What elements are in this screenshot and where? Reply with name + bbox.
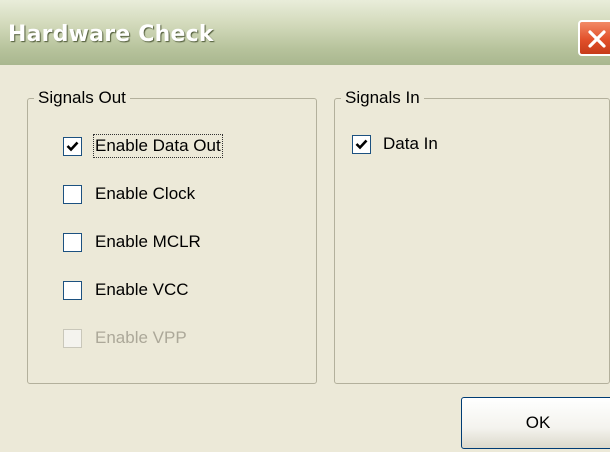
checkbox-box[interactable] [63,136,82,156]
checkbox-box [63,328,82,348]
checkbox-label: Enable Clock [95,184,196,203]
checkbox-label: Enable VPP [95,328,187,347]
checkbox-box[interactable] [352,134,371,154]
data-in-checkbox[interactable]: Data In [352,132,438,156]
enable-data-out-checkbox[interactable]: Enable Data Out [63,134,223,158]
enable-vcc-checkbox[interactable]: Enable VCC [63,278,189,302]
title-bar[interactable]: Hardware Check [0,0,610,65]
enable-clock-checkbox[interactable]: Enable Clock [63,182,195,206]
checkbox-label: Enable VCC [95,280,189,299]
checkbox-label: Enable Data Out [93,134,223,158]
checkbox-box[interactable] [63,280,82,300]
enable-vpp-checkbox: Enable VPP [63,326,187,350]
ok-button[interactable]: OK [461,397,610,449]
enable-mclr-checkbox[interactable]: Enable MCLR [63,230,201,254]
close-button[interactable] [578,20,610,56]
checkmark-icon [355,139,368,149]
checkbox-box[interactable] [63,184,82,204]
checkbox-box[interactable] [63,232,82,252]
checkbox-label: Data In [383,134,438,153]
window-title: Hardware Check [8,22,214,47]
checkbox-label: Enable MCLR [95,232,201,251]
signals-in-legend: Signals In [341,88,424,108]
signals-out-legend: Signals Out [34,88,130,108]
close-icon [588,30,606,48]
checkmark-icon [66,141,79,151]
